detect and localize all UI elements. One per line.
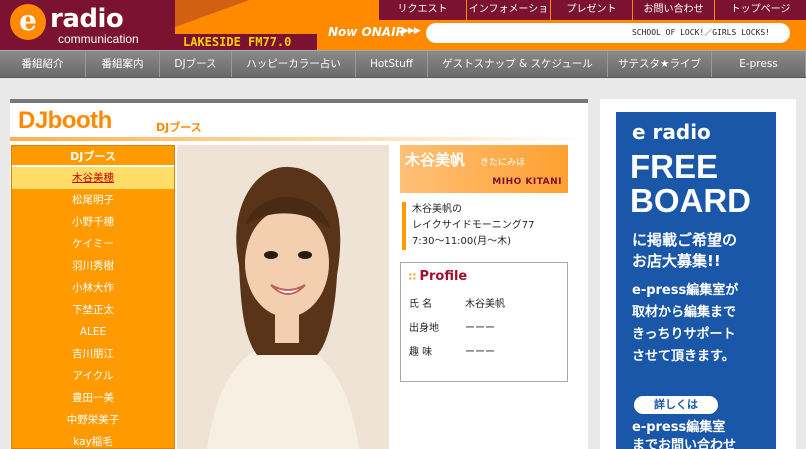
dj-list-item[interactable]: 豊田一美 xyxy=(12,387,174,409)
dj-list: DJブース 木谷美穂 松尾明子 小野千穂 ケイミー 羽川秀樹 小林大作 下埜正太… xyxy=(11,145,175,449)
mainnav-dj-booth[interactable]: DJブース xyxy=(160,51,232,77)
top-nav: リクエスト インフォメーション プレゼント お問い合わせ トップページ xyxy=(378,0,806,35)
dj-list-item[interactable]: kay稲毛 xyxy=(12,431,174,449)
dj-list-item[interactable]: 中野栄美子 xyxy=(12,409,174,431)
page-subtitle: DJブース xyxy=(156,121,202,134)
program-line: 木谷美帆の xyxy=(412,204,462,215)
logo-subtitle: communication xyxy=(58,32,139,46)
dj-list-item[interactable]: 羽川秀樹 xyxy=(12,255,174,277)
profile-box: ∷ Profile 氏 名木谷美帆 出身地 ーーー 趣 味ーーー xyxy=(400,262,568,382)
content-top-bar xyxy=(10,99,588,103)
header-decoration xyxy=(175,0,325,34)
dj-photo xyxy=(177,145,389,449)
topnav-request[interactable]: リクエスト xyxy=(378,0,466,20)
mainnav-e-press[interactable]: E-press xyxy=(712,51,806,77)
header: e radio communication LAKESIDE FM77.0 リク… xyxy=(0,0,806,50)
play-arrows-icon: ▶▶▶ xyxy=(402,26,421,36)
dj-name-reading: きたにみほ xyxy=(480,158,526,168)
dj-list-item[interactable]: ケイミー xyxy=(12,233,174,255)
ad-details-button[interactable]: 詳しくは xyxy=(634,396,718,414)
dj-list-header: DJブース xyxy=(12,146,174,167)
ad-headline: FREE BOARD xyxy=(630,148,751,219)
site-logo[interactable]: e radio communication xyxy=(0,0,175,50)
dj-list-item[interactable]: 吉川朋江 xyxy=(12,343,174,365)
now-onair-label: Now ONAIR xyxy=(328,25,405,39)
page-title: DJbooth xyxy=(18,107,112,134)
logo-mark: e xyxy=(10,4,46,40)
dj-list-item[interactable]: ALEE xyxy=(12,321,174,343)
page: e radio communication LAKESIDE FM77.0 リク… xyxy=(0,0,806,449)
profile-bullet-icon: ∷ xyxy=(409,272,420,283)
ad-callout: に掲載ご希望の お店大募集!! xyxy=(632,231,738,270)
title-divider xyxy=(10,137,588,141)
profile-value: ーーー xyxy=(465,323,495,334)
mainnav-happy-color[interactable]: ハッピーカラー占い xyxy=(232,51,356,77)
dj-list-item[interactable]: アイクル xyxy=(12,365,174,387)
topnav-present[interactable]: プレゼント xyxy=(550,0,632,20)
program-line: レイクサイドモーニング77 xyxy=(412,220,535,231)
profile-row-hobby: 趣 味 ーーー xyxy=(409,343,495,358)
dj-list-item[interactable]: 下埜正太 xyxy=(12,299,174,321)
dj-name-banner: 木谷美帆 きたにみほ MIHO KITANI xyxy=(400,145,568,193)
profile-label: 出身地 xyxy=(409,323,439,334)
ad-frame: e radio FREE BOARD に掲載ご希望の お店大募集!! e-pre… xyxy=(600,99,796,449)
free-board-ad[interactable]: e radio FREE BOARD に掲載ご希望の お店大募集!! e-pre… xyxy=(616,112,776,449)
logo-word: radio xyxy=(50,4,124,34)
ad-footer: e-press編集室 までお問い合わせ xyxy=(632,420,737,449)
profile-value: 木谷美帆 xyxy=(465,299,505,310)
main-nav: 番組紹介 番組案内 DJブース ハッピーカラー占い HotStuff ゲストスナ… xyxy=(0,50,806,78)
dj-list-item[interactable]: 松尾明子 xyxy=(12,189,174,211)
mainnav-satesta-live[interactable]: サテスタ★ライブ xyxy=(608,51,712,77)
now-onair-ticker: SCHOOL OF LOCK!／GIRLS LOCKS! xyxy=(426,23,790,43)
profile-row-hometown: 出身地 ーーー xyxy=(409,319,495,334)
topnav-information[interactable]: インフォメーション xyxy=(466,0,550,35)
mainnav-hotstuff[interactable]: HotStuff xyxy=(356,51,428,77)
mainnav-program-intro[interactable]: 番組紹介 xyxy=(0,51,86,77)
dj-name: 木谷美帆 xyxy=(405,151,466,169)
dj-portrait-illustration xyxy=(177,145,389,449)
station-name: LAKESIDE FM77.0 xyxy=(175,34,317,50)
dj-name-romaji: MIHO KITANI xyxy=(492,177,562,187)
mainnav-guest-snap[interactable]: ゲストスナップ & スケジュール xyxy=(428,51,608,77)
topnav-top-page[interactable]: トップページ xyxy=(714,0,806,20)
dj-list-item[interactable]: 小林大作 xyxy=(12,277,174,299)
mainnav-program-guide[interactable]: 番組案内 xyxy=(86,51,160,77)
profile-title: ∷ Profile xyxy=(409,269,468,284)
profile-label: 氏 名 xyxy=(409,299,433,310)
dj-program-info: 木谷美帆の レイクサイドモーニング77 7:30〜11:00(月〜木) xyxy=(402,202,562,250)
dj-list-item[interactable]: 木谷美穂 xyxy=(12,167,174,189)
profile-row-name: 氏 名 木谷美帆 xyxy=(409,295,505,310)
ad-body: e-press編集室が 取材から編集まで きっちりサポート させて頂きます。 xyxy=(632,283,739,364)
topnav-contact[interactable]: お問い合わせ xyxy=(632,0,714,20)
ad-logo: e radio xyxy=(632,120,711,144)
profile-label: 趣 味 xyxy=(409,347,433,358)
dj-list-item[interactable]: 小野千穂 xyxy=(12,211,174,233)
profile-value: ーーー xyxy=(465,347,495,358)
content-panel: DJbooth DJブース DJブース 木谷美穂 松尾明子 小野千穂 ケイミー … xyxy=(10,99,588,449)
program-line: 7:30〜11:00(月〜木) xyxy=(412,236,512,247)
